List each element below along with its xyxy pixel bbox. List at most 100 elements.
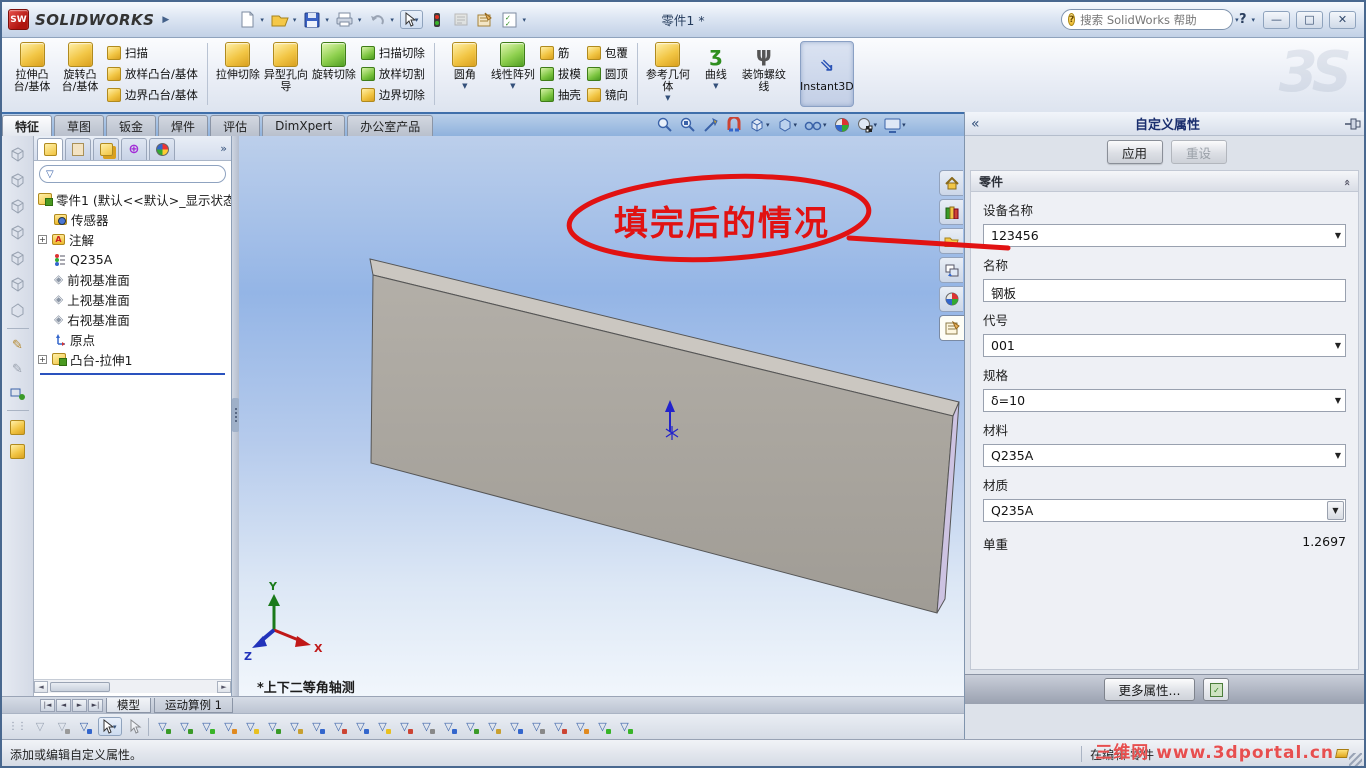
extruded-boss-button[interactable]: 拉伸凸台/基体 [9, 42, 55, 93]
select-dropdown-icon[interactable]: ▾ [415, 16, 419, 24]
curves-dropdown-icon[interactable]: ▼ [713, 82, 718, 90]
zoom-fit-icon[interactable] [657, 117, 673, 133]
filter-toggle-icon[interactable]: ▽ [32, 720, 48, 733]
apply-button[interactable]: 应用 [1106, 140, 1163, 164]
revolved-cut-button[interactable]: 旋转切除 [311, 42, 357, 81]
search-input[interactable] [1080, 12, 1227, 27]
view-orientation-icon[interactable]: ▾ [749, 117, 770, 133]
bottom-view-icon[interactable] [9, 276, 26, 293]
tab-evaluate[interactable]: 评估 [210, 115, 261, 136]
draft-button[interactable]: 拔模 [539, 65, 581, 83]
undo-dropdown-icon[interactable]: ▾ [390, 16, 394, 24]
checklist-dropdown-icon[interactable]: ▾ [522, 16, 526, 24]
save-button[interactable] [302, 10, 322, 30]
tree-root[interactable]: 零件1 (默认<<默认>_显示状态 [38, 189, 231, 209]
hide-show-items-icon[interactable]: ▾ [804, 118, 827, 132]
rib-button[interactable]: 筋 [539, 44, 581, 62]
print-button[interactable] [335, 10, 355, 30]
filter-faces-icon[interactable]: ▽ [199, 720, 215, 734]
filter-geometric-tolerance-icon[interactable]: ▽ [485, 720, 501, 734]
help-dropdown-icon[interactable]: ▾ [1251, 16, 1255, 24]
tree-horizontal-scrollbar[interactable]: ◄ ► [34, 679, 231, 693]
reference-geometry-dropdown-icon[interactable]: ▼ [665, 94, 670, 102]
filter-sketch-segments-icon[interactable]: ▽ [353, 720, 369, 734]
select-dropdown-icon[interactable]: ▾ [113, 723, 117, 731]
new-document-button[interactable] [237, 10, 257, 30]
filter-sketches-icon[interactable]: ▽ [331, 720, 347, 734]
all-filters-icon[interactable]: ▽ [76, 720, 92, 734]
section-part-header[interactable]: 零件 « [971, 171, 1358, 192]
new-dropdown-icon[interactable]: ▾ [260, 16, 264, 24]
linear-pattern-button[interactable]: 线性阵列 ▼ [490, 42, 536, 90]
tab-office-products[interactable]: 办公室产品 [347, 115, 434, 136]
filter-blocks-icon[interactable]: ▽ [573, 720, 589, 734]
dome-button[interactable]: 圆顶 [586, 65, 628, 83]
combo-arrow-icon[interactable]: ▼ [1335, 390, 1341, 411]
filter-edges-icon[interactable]: ▽ [177, 720, 193, 734]
tab-features[interactable]: 特征 [2, 115, 53, 136]
featuremanager-tab[interactable] [37, 138, 63, 160]
filter-surface-bodies-icon[interactable]: ▽ [221, 720, 237, 734]
expand-boss-extrude-icon[interactable]: + [38, 354, 47, 364]
tab-sheetmetal[interactable]: 钣金 [106, 115, 157, 136]
splitter-grip[interactable] [232, 398, 239, 432]
back-view-icon[interactable] [9, 172, 26, 189]
view-settings-icon[interactable]: ▾ [884, 118, 906, 133]
collapse-section-icon[interactable]: « [1341, 178, 1354, 183]
model-tab[interactable]: 模型 [106, 697, 151, 713]
swept-boss-button[interactable]: 扫描 [107, 44, 198, 62]
rebuild-traffic-light-icon[interactable] [427, 10, 447, 30]
filter-dimensions-icon[interactable]: ▽ [441, 720, 457, 734]
displaymanager-tab[interactable] [149, 138, 175, 160]
left-view-icon[interactable] [9, 198, 26, 215]
property-manager-button[interactable]: ✓ [1203, 678, 1230, 701]
revolved-boss-button[interactable]: 旋转凸台/基体 [57, 42, 103, 93]
right-view-icon[interactable] [9, 224, 26, 241]
menu-expand-arrow-icon[interactable]: ▶ [162, 15, 169, 25]
filter-routing-points-icon[interactable]: ▽ [617, 720, 633, 734]
expand-annotations-icon[interactable]: + [38, 234, 47, 244]
swept-cut-button[interactable]: 扫描切除 [360, 44, 425, 62]
apply-scene-icon[interactable]: ▾ [857, 117, 878, 133]
extruded-cut-button[interactable]: 拉伸切除 [215, 42, 261, 81]
mirror-button[interactable]: 镜向 [586, 86, 628, 104]
isometric-view-icon[interactable] [9, 302, 26, 319]
filter-connection-points-icon[interactable]: ▽ [595, 720, 611, 734]
hide-show-dropdown-icon[interactable]: ▾ [823, 121, 827, 129]
tab-sketch[interactable]: 草图 [54, 115, 105, 136]
pin-icon[interactable] [1344, 117, 1362, 130]
device-name-combobox[interactable]: 123456 ▼ [983, 224, 1346, 247]
tree-item-top-plane[interactable]: ◈ 上视基准面 [38, 289, 231, 309]
file-explorer-button[interactable] [939, 228, 963, 254]
combo-arrow-icon[interactable]: ▼ [1335, 445, 1341, 466]
combo-arrow-icon[interactable]: ▼ [1335, 225, 1341, 246]
section-view-icon[interactable] [726, 117, 742, 133]
apply-scene-dropdown-icon[interactable]: ▾ [874, 121, 878, 129]
material-quality-combobox[interactable]: Q235A ▼ [983, 499, 1346, 522]
display-style-dropdown-icon[interactable]: ▾ [794, 121, 798, 129]
filter-centerlines-icon[interactable]: ▽ [419, 720, 435, 734]
tree-item-right-plane[interactable]: ◈ 右视基准面 [38, 309, 231, 329]
front-view-icon[interactable] [9, 146, 26, 163]
graphics-viewport[interactable]: Y X Z *上下二等角轴测 [239, 136, 964, 696]
next-tab-icon[interactable]: ► [72, 698, 87, 712]
motion-study-tab[interactable]: 运动算例 1 [154, 697, 233, 713]
propertymanager-tab[interactable] [65, 138, 91, 160]
linear-pattern-dropdown-icon[interactable]: ▼ [510, 82, 515, 90]
open-document-button[interactable] [270, 10, 290, 30]
hole-wizard-button[interactable]: 异型孔向导 [263, 42, 309, 93]
3d-sketch-tool-icon[interactable]: ✎ [12, 362, 23, 377]
filter-midpoints-icon[interactable]: ▽ [375, 720, 391, 734]
lofted-boss-button[interactable]: 放样凸台/基体 [107, 65, 198, 83]
material-combobox[interactable]: Q235A ▼ [983, 444, 1346, 467]
tree-filter-input[interactable]: ▽ [39, 165, 226, 183]
top-view-icon[interactable] [9, 250, 26, 267]
undo-button[interactable] [367, 10, 387, 30]
manager-tabs-overflow-icon[interactable]: » [220, 142, 227, 155]
filter-center-marks-icon[interactable]: ▽ [397, 720, 413, 734]
tab-weldments[interactable]: 焊件 [158, 115, 209, 136]
lofted-cut-button[interactable]: 放样切割 [360, 65, 425, 83]
tree-item-annotations[interactable]: + A 注解 [38, 229, 231, 249]
magnified-selection-icon[interactable] [128, 719, 142, 734]
filter-planes-icon[interactable]: ▽ [287, 720, 303, 734]
